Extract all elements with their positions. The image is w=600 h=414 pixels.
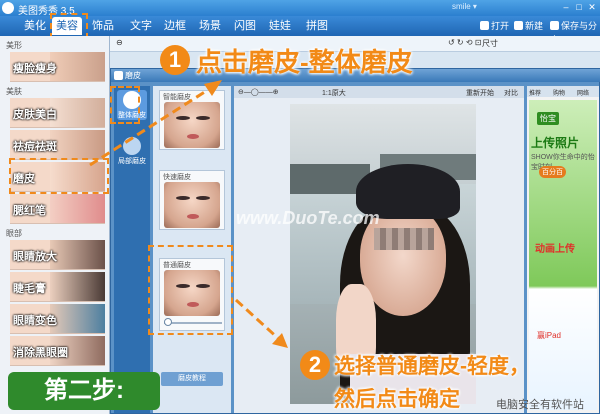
annotation-text-2b: 然后点击确定: [334, 388, 460, 411]
annotation-text-1: 点击磨皮-整体磨皮: [196, 47, 413, 77]
arrow-1-head: [204, 80, 222, 96]
step-number-2: 2: [300, 350, 330, 380]
annotation-text-2a: 选择普通磨皮-轻度，: [334, 355, 530, 378]
step-number-1: 1: [160, 45, 190, 75]
footer-watermark: 电脑安全有软件站: [496, 399, 584, 411]
arrow-2: [234, 298, 282, 342]
arrow-1: [89, 84, 215, 167]
watermark: www.DuoTe.com: [236, 208, 380, 228]
step-banner: 第二步:: [8, 372, 160, 410]
arrow-2-head: [272, 333, 288, 348]
